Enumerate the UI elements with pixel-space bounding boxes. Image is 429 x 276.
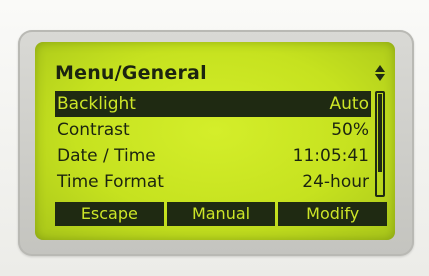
page-title: Menu/General [55, 62, 207, 84]
menu-item-label: Time Format [57, 172, 164, 192]
up-down-arrows-icon [375, 65, 385, 81]
menu-item-value: 24-hour [302, 172, 369, 192]
menu-item-label: Backlight [57, 94, 136, 114]
escape-button[interactable]: Escape [55, 202, 164, 226]
lcd-screen: Menu/General Backlight Auto Contrast 50%… [35, 42, 395, 240]
menu-item-contrast[interactable]: Contrast 50% [55, 117, 371, 143]
menu-item-label: Contrast [57, 120, 130, 140]
menu-item-label: Date / Time [57, 146, 156, 166]
menu-scrollbar[interactable] [375, 91, 385, 197]
menu-list: Backlight Auto Contrast 50% Date / Time … [55, 91, 371, 195]
manual-button[interactable]: Manual [166, 202, 276, 226]
menu-item-backlight[interactable]: Backlight Auto [55, 91, 371, 117]
menu-item-time-format[interactable]: Time Format 24-hour [55, 169, 371, 195]
softkey-bar: Escape Manual Modify [55, 202, 388, 226]
modify-button[interactable]: Modify [278, 202, 388, 226]
menu-item-value: 11:05:41 [292, 146, 369, 166]
menu-item-value: 50% [331, 120, 369, 140]
menu-item-value: Auto [329, 94, 369, 114]
menu-item-date-time[interactable]: Date / Time 11:05:41 [55, 143, 371, 169]
device-body: Menu/General Backlight Auto Contrast 50%… [0, 0, 429, 276]
title-bar: Menu/General [55, 60, 387, 86]
scrollbar-thumb[interactable] [378, 94, 382, 172]
